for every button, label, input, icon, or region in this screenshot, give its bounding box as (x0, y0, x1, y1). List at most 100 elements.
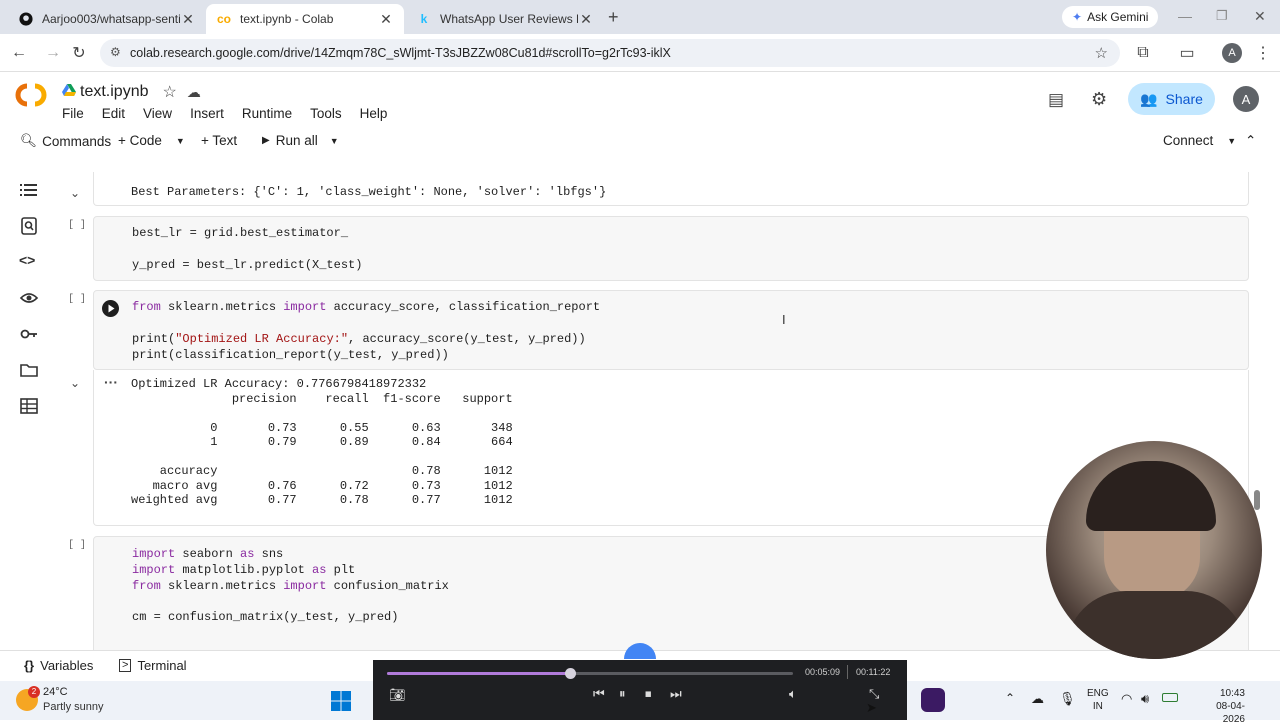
star-icon[interactable]: ☆ (162, 82, 176, 102)
wifi-icon[interactable]: ◠ (1121, 691, 1132, 707)
clock[interactable]: 10:43 08-04-2026 (1195, 687, 1245, 726)
chevron-down-icon[interactable]: ▼ (1227, 136, 1236, 146)
report-line (131, 450, 513, 465)
code-cell[interactable]: from sklearn.metrics import accuracy_sco… (93, 290, 1249, 370)
volume-icon[interactable]: 🔈︎ (789, 686, 797, 702)
menu-help[interactable]: Help (360, 106, 388, 121)
report-line: macro avg 0.76 0.72 0.73 1012 (131, 478, 513, 493)
close-icon[interactable]: ✕ (378, 11, 394, 28)
code-token: accuracy_score, classification_report (326, 300, 601, 314)
reload-icon[interactable]: ↻ (68, 42, 90, 64)
camera-icon[interactable]: 📷︎ (389, 687, 406, 703)
collapse-header-icon[interactable]: ⌃ (1245, 133, 1256, 149)
notebook-title-row: text.ipynb ☆ ☁ (62, 82, 201, 102)
profile-avatar[interactable]: A (1222, 43, 1242, 63)
code-token: confusion_matrix (326, 579, 449, 593)
windows-start-icon[interactable] (331, 691, 351, 716)
skip-back-icon[interactable]: ⏮ (593, 686, 605, 702)
folder-icon[interactable] (19, 360, 41, 382)
add-code-button[interactable]: + Code ▼ (118, 133, 185, 148)
collapse-output-icon[interactable]: ⌄ (70, 376, 80, 390)
restore-icon[interactable]: ❐ (1216, 8, 1228, 24)
table-of-contents-icon[interactable] (19, 180, 41, 202)
drive-icon (62, 83, 76, 101)
find-icon[interactable] (19, 216, 41, 238)
menu-runtime[interactable]: Runtime (242, 106, 292, 121)
add-text-button[interactable]: + Text (201, 133, 237, 148)
chevron-down-icon[interactable]: ▼ (330, 136, 339, 146)
tab-colab[interactable]: co text.ipynb - Colab ✕ (206, 4, 404, 34)
cloud-saved-icon[interactable]: ☁ (187, 84, 201, 101)
key-icon[interactable] (19, 324, 41, 346)
chevron-up-icon[interactable]: ⌃ (1005, 691, 1015, 705)
more-vert-icon[interactable]: ⋮ (1252, 42, 1274, 64)
output-actions-icon[interactable]: ··· (104, 374, 118, 390)
cloud-icon[interactable]: ☁ (1031, 691, 1044, 707)
close-icon[interactable]: ✕ (578, 11, 594, 28)
avatar[interactable]: A (1233, 86, 1259, 112)
pause-icon[interactable]: ⏸ (619, 686, 626, 702)
language-indicator[interactable]: ENG IN (1087, 687, 1109, 713)
back-icon[interactable]: ← (8, 42, 30, 64)
tab-github[interactable]: Aarjoo003/whatsapp-sentiment ✕ (8, 4, 206, 34)
kaggle-icon: k (420, 12, 428, 26)
url-field[interactable]: ⚙ colab.research.google.com/drive/14Zmqm… (100, 39, 1120, 67)
recorder-app-icon[interactable] (921, 688, 945, 712)
collapse-output-icon[interactable]: ⌄ (70, 186, 80, 200)
comment-icon[interactable]: ▤ (1048, 90, 1064, 110)
tab-kaggle[interactable]: k WhatsApp User Reviews Datase ✕ (406, 4, 604, 34)
connect-button[interactable]: Connect ▼ (1163, 133, 1236, 148)
menu-insert[interactable]: Insert (190, 106, 224, 121)
progress-handle[interactable] (564, 668, 576, 679)
notebook-title[interactable]: text.ipynb (80, 83, 148, 101)
commands-button[interactable]: 🔍︎ Commands (20, 133, 111, 149)
extensions-icon[interactable]: ⧉ (1132, 42, 1154, 64)
output-cell: Best Parameters: {'C': 1, 'class_weight'… (93, 172, 1249, 206)
colab-logo[interactable] (13, 82, 49, 113)
code-line: from sklearn.metrics import accuracy_sco… (132, 300, 600, 314)
microphone-icon[interactable]: 🎙︎ (1059, 691, 1076, 707)
skip-forward-icon[interactable]: ⏭ (670, 686, 682, 702)
minimize-icon[interactable]: — (1178, 8, 1192, 24)
stop-icon[interactable]: ⏹ (645, 686, 652, 702)
cast-icon[interactable]: ▭ (1176, 42, 1198, 64)
cell-exec-count[interactable]: [ ] (68, 540, 86, 551)
forward-icon[interactable]: → (42, 42, 64, 64)
variables-button[interactable]: {} Variables (24, 658, 93, 673)
keyword: as (240, 547, 255, 561)
weather-temp: 24°C (43, 686, 68, 698)
progress-track[interactable] (387, 668, 793, 679)
data-table-icon[interactable] (19, 396, 41, 418)
new-tab-icon[interactable]: + (608, 7, 619, 28)
run-all-button[interactable]: ▶ Run all ▼ (262, 133, 339, 148)
gemini-sparkle-icon: ✦ (1072, 10, 1083, 24)
cell-exec-count[interactable]: [ ] (68, 220, 86, 231)
menu-edit[interactable]: Edit (102, 106, 125, 121)
menu-file[interactable]: File (62, 106, 84, 121)
scrollbar-thumb[interactable] (1254, 490, 1260, 510)
terminal-button[interactable]: > Terminal (119, 658, 187, 673)
cell-exec-count[interactable]: [ ] (68, 294, 86, 305)
gear-icon[interactable]: ⚙ (1091, 89, 1107, 110)
code-line: import matplotlib.pyplot as plt (132, 563, 355, 577)
tab-title: text.ipynb - Colab (240, 12, 334, 26)
close-icon[interactable]: ✕ (180, 11, 196, 28)
ask-gemini-button[interactable]: ✦ Ask Gemini (1062, 6, 1159, 28)
menu-view[interactable]: View (143, 106, 172, 121)
secrets-eye-icon[interactable] (19, 288, 41, 310)
share-button[interactable]: 👥 Share (1128, 83, 1215, 115)
battery-icon[interactable] (1162, 693, 1178, 702)
keyword: from (132, 300, 161, 314)
chevron-down-icon[interactable]: ▼ (176, 136, 185, 146)
report-line: 0 0.73 0.55 0.63 348 (131, 420, 513, 435)
run-cell-button[interactable] (102, 300, 119, 317)
keyword: import (283, 579, 327, 593)
window-close-icon[interactable]: ✕ (1254, 8, 1266, 25)
progress-fill (387, 672, 570, 675)
code-cell[interactable]: best_lr = grid.best_estimator_ y_pred = … (93, 216, 1249, 281)
menu-tools[interactable]: Tools (310, 106, 342, 121)
code-snippets-icon[interactable]: <> (19, 252, 41, 274)
volume-icon[interactable]: 🔊︎ (1141, 691, 1149, 707)
bookmark-star-icon[interactable]: ☆ (1095, 44, 1108, 62)
site-info-icon[interactable]: ⚙ (110, 45, 121, 59)
